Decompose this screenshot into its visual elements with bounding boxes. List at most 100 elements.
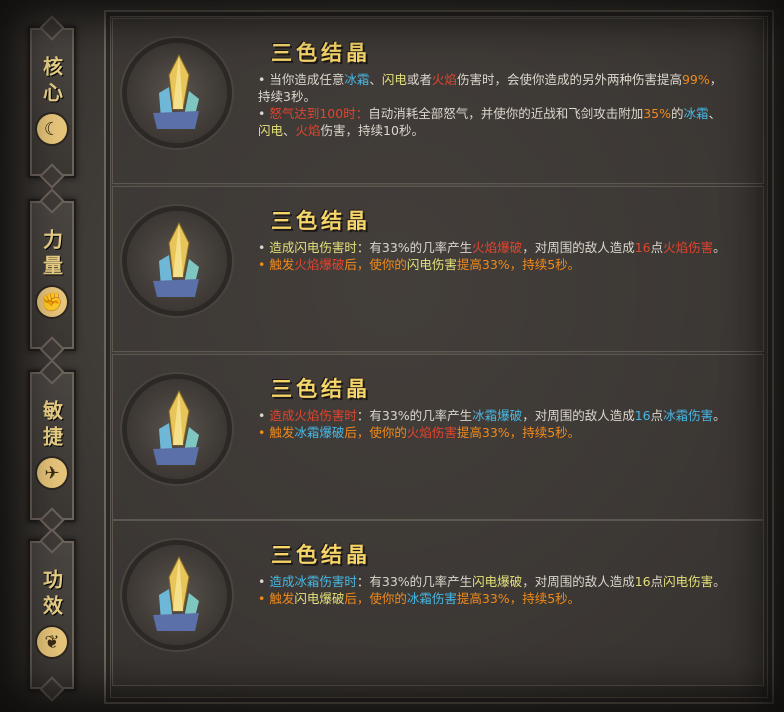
description-line: • 触发冰霜爆破后，使你的火焰伤害提高33%，持续5秒。 — [258, 424, 733, 441]
talent-entry: 三色结晶 • 当你造成任意冰霜、闪电或者火焰伤害时，会使你造成的另外两种伤害提高… — [112, 18, 764, 184]
entry-title: 三色结晶 — [271, 377, 371, 401]
nav-tab-efficacy[interactable]: 功效 ❦ — [28, 539, 76, 691]
tricolor-crystal-icon — [153, 53, 199, 129]
description-text: 的 — [671, 106, 684, 121]
tricolor-crystal-icon — [153, 555, 199, 631]
talent-entry: 三色结晶 • 造成冰霜伤害时：有33%的几率产生闪电爆破，对周围的敌人造成16点… — [112, 520, 764, 686]
description-text: 、 — [708, 106, 722, 121]
description-text: 提高33%，持续5秒。 — [456, 257, 581, 272]
highlighted-term: 35% — [643, 106, 672, 121]
highlighted-term: 16 — [634, 574, 651, 589]
description-text: 点 — [650, 240, 664, 255]
fist-icon: ✊ — [37, 287, 67, 317]
highlighted-term: 冰霜伤害 — [663, 408, 714, 423]
entry-description: • 造成冰霜伤害时：有33%的几率产生闪电爆破，对周围的敌人造成16点闪电伤害。… — [258, 573, 733, 607]
highlighted-term: 闪电 — [381, 72, 407, 87]
description-text: • 触发 — [258, 425, 295, 440]
highlighted-term: 造成闪电伤害时 — [269, 240, 357, 255]
highlighted-term: 闪电爆破 — [294, 591, 345, 606]
nav-tab-core[interactable]: 核心 ☾ — [28, 26, 76, 178]
description-text: 提高33%，持续5秒。 — [456, 591, 581, 606]
description-text: 、 — [369, 72, 382, 87]
description-text: 自动消耗全部怒气，并使你的近战和飞剑攻击附加 — [368, 106, 644, 121]
nav-tab-label: 核心 — [39, 56, 64, 108]
highlighted-term: 闪电伤害 — [406, 257, 457, 272]
description-text: • — [258, 408, 270, 423]
highlighted-term: 闪电 — [258, 123, 284, 138]
crystal-frame — [127, 379, 227, 479]
side-nav: 核心 ☾ 力量 ✊ 敏捷 ✈ 功效 ❦ — [22, 14, 78, 704]
highlighted-term: 火焰 — [431, 72, 457, 87]
highlighted-term: 火焰爆破 — [294, 257, 345, 272]
nav-tab-strength[interactable]: 力量 ✊ — [28, 199, 76, 351]
nav-tab-label: 敏捷 — [39, 400, 64, 452]
highlighted-term: 冰霜爆破 — [294, 425, 345, 440]
crystal-frame — [127, 545, 227, 645]
description-text: • 当你造成任意 — [258, 72, 345, 87]
highlighted-term: 冰霜 — [683, 106, 709, 121]
description-text: 点 — [650, 408, 664, 423]
crystal-frame — [127, 43, 227, 143]
highlighted-term: 16 — [634, 240, 651, 255]
highlighted-term: 造成火焰伤害时 — [269, 408, 357, 423]
description-text: 。 — [713, 240, 726, 255]
leaping-figure-icon: ✈ — [37, 458, 67, 488]
leaf-icon: ❦ — [37, 627, 67, 657]
highlighted-term: 怒气达到100时： — [269, 106, 369, 121]
description-line: • 造成火焰伤害时：有33%的几率产生冰霜爆破，对周围的敌人造成16点冰霜伤害。 — [258, 407, 733, 424]
highlighted-term: 冰霜爆破 — [472, 408, 523, 423]
description-text: • — [258, 574, 270, 589]
description-line: • 怒气达到100时：自动消耗全部怒气，并使你的近战和飞剑攻击附加35%的冰霜、… — [258, 105, 733, 139]
description-line: • 当你造成任意冰霜、闪电或者火焰伤害时，会使你造成的另外两种伤害提高99%，持… — [258, 71, 733, 105]
nav-tab-agility[interactable]: 敏捷 ✈ — [28, 370, 76, 522]
description-text: ，对周围的敌人造成 — [522, 574, 635, 589]
highlighted-term: 火焰爆破 — [472, 240, 523, 255]
description-text: 后，使你的 — [344, 425, 407, 440]
description-line: • 触发火焰爆破后，使你的闪电伤害提高33%，持续5秒。 — [258, 256, 733, 273]
description-text: • — [258, 240, 270, 255]
talent-entry: 三色结晶 • 造成闪电伤害时：有33%的几率产生火焰爆破，对周围的敌人造成16点… — [112, 186, 764, 352]
entry-title: 三色结晶 — [271, 543, 371, 567]
description-text: ，对周围的敌人造成 — [522, 240, 635, 255]
entry-title: 三色结晶 — [271, 209, 371, 233]
nav-tab-label: 功效 — [39, 569, 64, 621]
tricolor-crystal-icon — [153, 389, 199, 465]
description-text: • 触发 — [258, 591, 295, 606]
highlighted-term: 闪电爆破 — [472, 574, 523, 589]
entry-title: 三色结晶 — [271, 41, 371, 65]
highlighted-term: 16 — [634, 408, 651, 423]
highlighted-term: 火焰 — [295, 123, 321, 138]
crescent-moon-icon: ☾ — [37, 114, 67, 144]
description-text: 、 — [283, 123, 296, 138]
description-text: • 触发 — [258, 257, 295, 272]
talent-entry: 三色结晶 • 造成火焰伤害时：有33%的几率产生冰霜爆破，对周围的敌人造成16点… — [112, 354, 764, 520]
highlighted-term: 99% — [681, 72, 710, 87]
description-text: ：有33%的几率产生 — [356, 408, 473, 423]
description-text: • — [258, 106, 270, 121]
entry-description: • 造成火焰伤害时：有33%的几率产生冰霜爆破，对周围的敌人造成16点冰霜伤害。… — [258, 407, 733, 441]
description-text: ，对周围的敌人造成 — [522, 408, 635, 423]
description-text: 伤害，持续10秒。 — [320, 123, 424, 138]
description-line: • 触发闪电爆破后，使你的冰霜伤害提高33%，持续5秒。 — [258, 590, 733, 607]
description-line: • 造成闪电伤害时：有33%的几率产生火焰爆破，对周围的敌人造成16点火焰伤害。 — [258, 239, 733, 256]
description-text: 提高33%，持续5秒。 — [456, 425, 581, 440]
description-text: ：有33%的几率产生 — [356, 240, 473, 255]
entry-description: • 造成闪电伤害时：有33%的几率产生火焰爆破，对周围的敌人造成16点火焰伤害。… — [258, 239, 733, 273]
description-text: 。 — [713, 408, 726, 423]
description-text: ：有33%的几率产生 — [356, 574, 473, 589]
highlighted-term: 造成冰霜伤害时 — [269, 574, 357, 589]
highlighted-term: 冰霜伤害 — [406, 591, 457, 606]
highlighted-term: 冰霜 — [344, 72, 370, 87]
highlighted-term: 火焰伤害 — [663, 240, 714, 255]
nav-tab-label: 力量 — [39, 229, 64, 281]
description-text: 伤害时，会使你造成的另外两种伤害提高 — [456, 72, 682, 87]
description-text: 。 — [713, 574, 726, 589]
description-text: 或者 — [406, 72, 432, 87]
highlighted-term: 闪电伤害 — [663, 574, 714, 589]
entry-description: • 当你造成任意冰霜、闪电或者火焰伤害时，会使你造成的另外两种伤害提高99%，持… — [258, 71, 733, 139]
description-text: 后，使你的 — [344, 257, 407, 272]
crystal-frame — [127, 211, 227, 311]
highlighted-term: 火焰伤害 — [406, 425, 457, 440]
description-text: 后，使你的 — [344, 591, 407, 606]
tricolor-crystal-icon — [153, 221, 199, 297]
